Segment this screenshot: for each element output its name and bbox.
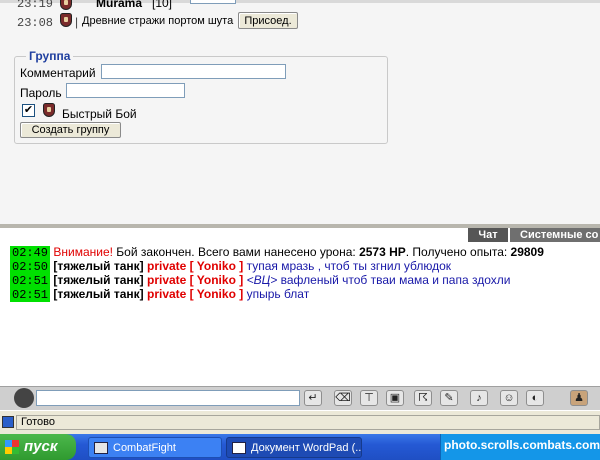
battle-title: Древние стражи портом шута bbox=[82, 15, 234, 27]
battle-time: 23:19 bbox=[17, 0, 54, 11]
separator: | bbox=[75, 15, 79, 29]
watermark: photo.scrolls.combats.com bbox=[444, 438, 600, 452]
chat-input[interactable] bbox=[36, 390, 300, 406]
message-exp: 29809 bbox=[510, 245, 544, 259]
save-icon[interactable]: ▣ bbox=[386, 390, 404, 406]
tab-chat[interactable]: Чат bbox=[468, 228, 508, 242]
create-group-button[interactable]: Создать группу bbox=[20, 122, 121, 138]
eraser-icon[interactable]: ⌫ bbox=[334, 390, 352, 406]
sound-icon[interactable]: ♪ bbox=[470, 390, 488, 406]
message-damage: 2573 HP bbox=[359, 245, 406, 259]
helmet-icon[interactable]: ◐ bbox=[526, 390, 544, 406]
join-button[interactable]: Присоед. bbox=[238, 12, 298, 29]
chat-message: 02:51 [тяжелый танк] private [ Yoniko ] … bbox=[10, 273, 510, 288]
exit-figure-icon[interactable]: ♟ bbox=[570, 390, 588, 406]
game-panel: 23:19 Murama [10] 23:08 | Древние стражи… bbox=[0, 0, 600, 224]
quick-fight-label: Быстрый Бой bbox=[62, 107, 137, 121]
runner-icon[interactable]: ☈ bbox=[414, 390, 432, 406]
message-nick[interactable]: [тяжелый танк] bbox=[53, 259, 143, 273]
chat-message: 02:51 [тяжелый танк] private [ Yoniko ] … bbox=[10, 287, 309, 302]
windows-logo-icon bbox=[5, 440, 19, 454]
message-text: вафленый чтоб тваи мама и папа здохли bbox=[277, 273, 511, 287]
message-tag: <ВЦ> bbox=[243, 273, 278, 287]
message-private[interactable]: private [ Yoniko ] bbox=[147, 259, 243, 273]
password-label: Пароль bbox=[20, 86, 62, 100]
comment-input[interactable] bbox=[101, 64, 286, 79]
filter-icon[interactable]: ⊤ bbox=[360, 390, 378, 406]
quick-fight-shield-icon bbox=[43, 103, 55, 117]
wordpad-icon bbox=[232, 442, 246, 454]
send-enter-icon[interactable]: ↵ bbox=[304, 390, 322, 406]
message-time: 02:49 bbox=[10, 246, 51, 260]
battle-time: 23:08 bbox=[17, 16, 54, 30]
edit-icon[interactable]: ✎ bbox=[440, 390, 458, 406]
group-legend: Группа bbox=[26, 49, 74, 63]
task-combatfight[interactable]: CombatFight bbox=[88, 437, 222, 458]
message-text: Бой закончен. Всего вами нанесено урона: bbox=[112, 245, 360, 259]
chat-message: 02:49 Внимание! Бой закончен. Всего вами… bbox=[10, 245, 544, 260]
comment-label: Комментарий bbox=[20, 66, 96, 80]
app-window-icon bbox=[94, 442, 108, 454]
message-text: . Получено опыта: bbox=[405, 245, 511, 259]
tab-system-messages[interactable]: Системные со bbox=[510, 228, 600, 242]
message-text: тупая мразь , чтоб ты згнил ублюдок bbox=[243, 259, 452, 273]
top-strip bbox=[0, 0, 600, 3]
battle-field[interactable] bbox=[190, 0, 236, 4]
message-nick[interactable]: [тяжелый танк] bbox=[53, 273, 143, 287]
smile-icon[interactable]: ☺ bbox=[500, 390, 518, 406]
battle-player-name: Murama bbox=[96, 0, 143, 10]
speaker-head-icon[interactable] bbox=[14, 388, 34, 408]
message-time: 02:51 bbox=[10, 274, 51, 288]
message-time: 02:50 bbox=[10, 260, 51, 274]
message-private[interactable]: private [ Yoniko ] bbox=[147, 287, 243, 301]
message-private[interactable]: private [ Yoniko ] bbox=[147, 273, 243, 287]
message-nick[interactable]: [тяжелый танк] bbox=[53, 287, 143, 301]
password-input[interactable] bbox=[66, 83, 185, 98]
battle-player-level: [10] bbox=[152, 0, 173, 10]
task-wordpad[interactable]: Документ WordPad (... bbox=[226, 437, 362, 458]
chat-message: 02:50 [тяжелый танк] private [ Yoniko ] … bbox=[10, 259, 451, 274]
message-alert: Внимание! bbox=[53, 245, 113, 259]
page-icon bbox=[2, 416, 14, 428]
quick-fight-checkbox[interactable]: ✔ bbox=[22, 104, 35, 117]
message-time: 02:51 bbox=[10, 288, 51, 302]
clan-shield-icon bbox=[60, 13, 72, 27]
message-text: упырь блат bbox=[243, 287, 310, 301]
clan-shield-icon bbox=[60, 0, 72, 10]
status-text: Готово bbox=[16, 415, 600, 430]
